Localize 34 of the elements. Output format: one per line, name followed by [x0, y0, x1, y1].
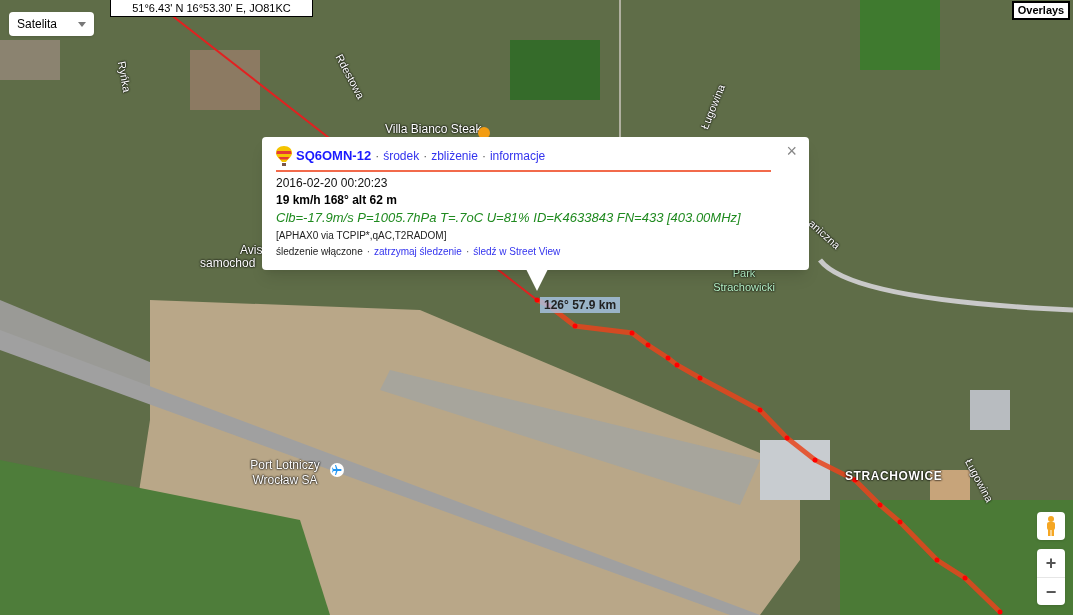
close-button[interactable]: × — [786, 142, 797, 160]
callsign-link[interactable]: SQ6OMN-12 — [296, 146, 372, 166]
tracking-link[interactable]: śledź w Street View — [473, 244, 561, 260]
timestamp: 2016-02-20 00:20:23 — [276, 175, 389, 191]
coordinates-display: 51°6.43' N 16°53.30' E, JO81KC — [110, 0, 313, 17]
map-type-dropdown[interactable]: Satelita — [9, 12, 94, 36]
comment-text: Clb=-17.9m/s P=1005.7hPa T=.7oC U=81% ID=K4633843 FN=433 [403.00MHz] — [276, 209, 742, 227]
overlays-button[interactable]: Overlays — [1012, 1, 1070, 20]
separator: · — [481, 148, 486, 165]
person-icon — [1046, 516, 1056, 536]
map-label: Port Lotniczy Wrocław SA — [249, 458, 321, 488]
separator: · — [375, 148, 380, 165]
distance-label: 126° 57.9 km — [540, 297, 621, 313]
popup-link[interactable]: zbliżenie — [431, 147, 478, 165]
speed-course-altitude: 19 km/h 168° alt 62 m — [276, 192, 398, 209]
separator: · — [423, 148, 428, 165]
caret-icon — [78, 21, 86, 27]
map-label: Ryńka — [114, 60, 134, 94]
map-label: Avis — [240, 243, 263, 258]
zoom-button[interactable]: + — [1037, 549, 1065, 577]
map-label: Park Strachowicki — [712, 267, 776, 295]
map-label: Villa Bianco Steak — [385, 122, 482, 137]
tracking-link[interactable]: zatrzymaj śledzenie — [374, 244, 462, 260]
tracking-status: śledzenie włączone — [276, 245, 363, 259]
packet-path: [APHAX0 via TCPIP*,qAC,T2RADOM] — [276, 229, 448, 243]
map-label: samochod — [200, 256, 256, 271]
separator: · — [366, 245, 371, 259]
airplane-icon — [330, 463, 344, 477]
popup-link[interactable]: środek — [383, 147, 420, 165]
hot-air-balloon-icon — [276, 146, 292, 166]
popup-link[interactable]: informacje — [489, 147, 546, 165]
street-view-person-button[interactable] — [1037, 512, 1065, 540]
separator: · — [465, 245, 470, 259]
zoom-button[interactable]: − — [1037, 577, 1065, 605]
